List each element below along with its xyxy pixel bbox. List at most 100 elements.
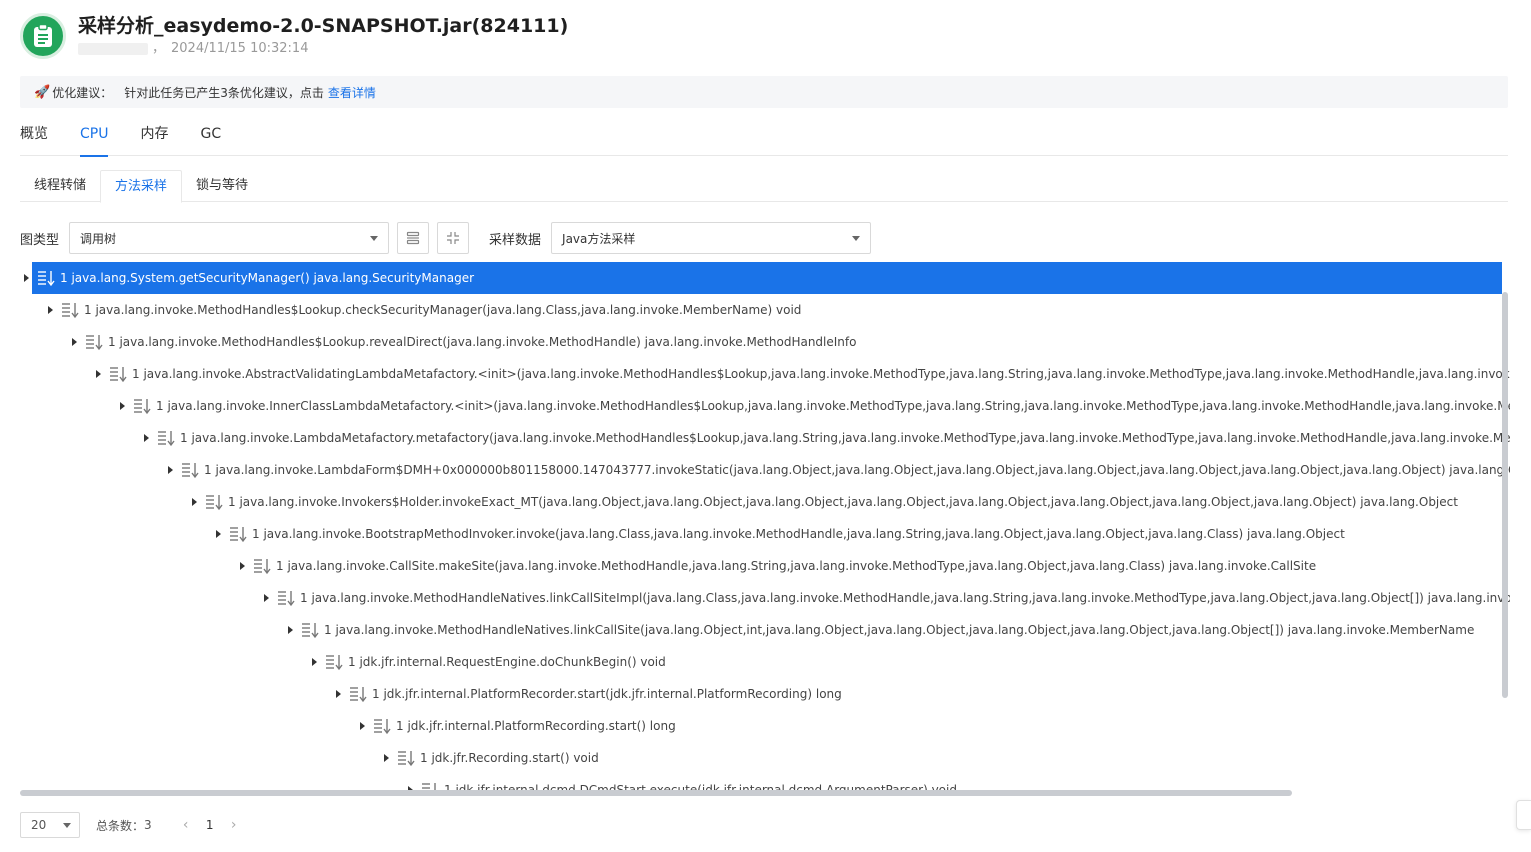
tree-row-content[interactable]: 1 java.lang.invoke.MethodHandleNatives.l… bbox=[272, 582, 1510, 614]
horizontal-scrollbar[interactable] bbox=[20, 790, 1292, 796]
vertical-scrollbar[interactable] bbox=[1502, 292, 1508, 698]
method-signature: 1 java.lang.invoke.Invokers$Holder.invok… bbox=[228, 495, 1458, 509]
expand-arrow-icon[interactable] bbox=[92, 358, 104, 390]
tree-row[interactable]: 1 java.lang.invoke.MethodHandleNatives.l… bbox=[284, 614, 1482, 646]
expand-arrow-icon[interactable] bbox=[212, 518, 224, 550]
tree-row-content[interactable]: 1 java.lang.invoke.AbstractValidatingLam… bbox=[104, 358, 1510, 390]
user-name-redacted bbox=[78, 43, 148, 55]
side-float-widget[interactable] bbox=[1516, 800, 1531, 830]
tree-row-content[interactable]: 1 java.lang.invoke.LambdaForm$DMH+0x0000… bbox=[176, 454, 1510, 486]
sub-tabs: 线程转储 方法采样 锁与等待 bbox=[20, 170, 1508, 203]
suggestion-label: 优化建议： bbox=[52, 85, 113, 100]
tree-row[interactable]: 1 java.lang.invoke.CallSite.makeSite(jav… bbox=[236, 550, 1324, 582]
sort-descending-icon bbox=[180, 460, 200, 480]
expand-arrow-icon[interactable] bbox=[308, 646, 320, 678]
tree-row[interactable]: 1 java.lang.invoke.MethodHandles$Lookup.… bbox=[44, 294, 809, 326]
method-signature: 1 java.lang.invoke.MethodHandleNatives.l… bbox=[300, 591, 1510, 605]
shrink-button[interactable] bbox=[437, 222, 470, 254]
tree-row-content[interactable]: 1 java.lang.invoke.MethodHandles$Lookup.… bbox=[56, 294, 809, 326]
sample-data-select[interactable]: Java方法采样 bbox=[551, 222, 872, 254]
next-page-button[interactable]: › bbox=[224, 812, 244, 838]
sort-descending-icon bbox=[300, 620, 320, 640]
sort-descending-icon bbox=[132, 396, 152, 416]
tree-row[interactable]: 1 jdk.jfr.internal.PlatformRecorder.star… bbox=[332, 678, 850, 710]
method-signature: 1 java.lang.invoke.LambdaForm$DMH+0x0000… bbox=[204, 463, 1510, 477]
sort-descending-icon bbox=[348, 684, 368, 704]
method-signature: 1 java.lang.invoke.MethodHandleNatives.l… bbox=[324, 623, 1475, 637]
expand-arrow-icon[interactable] bbox=[116, 390, 128, 422]
expand-arrow-icon[interactable] bbox=[356, 710, 368, 742]
chevron-down-icon bbox=[370, 236, 379, 241]
tree-row-content[interactable]: 1 jdk.jfr.internal.PlatformRecording.sta… bbox=[368, 710, 684, 742]
tab-memory[interactable]: 内存 bbox=[140, 118, 168, 156]
chevron-down-icon bbox=[63, 823, 71, 828]
tree-row[interactable]: 1 java.lang.invoke.InnerClassLambdaMetaf… bbox=[116, 390, 1510, 422]
collapse-all-button[interactable] bbox=[397, 222, 430, 254]
tree-row-content[interactable]: 1 java.lang.invoke.LambdaMetafactory.met… bbox=[152, 422, 1510, 454]
tree-row[interactable]: 1 java.lang.invoke.Invokers$Holder.invok… bbox=[188, 486, 1466, 518]
tree-row-content[interactable]: 1 java.lang.invoke.MethodHandles$Lookup.… bbox=[80, 326, 864, 358]
call-tree: 1 java.lang.System.getSecurityManager() … bbox=[20, 262, 1510, 792]
tree-row-content[interactable]: 1 jdk.jfr.internal.RequestEngine.doChunk… bbox=[320, 646, 674, 678]
sort-descending-icon bbox=[84, 332, 104, 352]
view-details-link[interactable]: 查看详情 bbox=[328, 84, 376, 101]
main-tabs: 概览 CPU 内存 GC bbox=[20, 118, 1508, 157]
expand-arrow-icon[interactable] bbox=[284, 614, 296, 646]
shrink-icon bbox=[447, 232, 460, 244]
tab-cpu[interactable]: CPU bbox=[80, 118, 109, 157]
tree-row[interactable]: 1 java.lang.invoke.LambdaForm$DMH+0x0000… bbox=[164, 454, 1510, 486]
tree-row-content[interactable]: 1 java.lang.invoke.CallSite.makeSite(jav… bbox=[248, 550, 1324, 582]
expand-arrow-icon[interactable] bbox=[188, 486, 200, 518]
expand-arrow-icon[interactable] bbox=[140, 422, 152, 454]
tree-row[interactable]: 1 jdk.jfr.internal.PlatformRecording.sta… bbox=[356, 710, 684, 742]
subtab-method-sampling[interactable]: 方法采样 bbox=[100, 170, 183, 203]
tree-row[interactable]: 1 java.lang.invoke.MethodHandles$Lookup.… bbox=[68, 326, 864, 358]
method-signature: 1 java.lang.System.getSecurityManager() … bbox=[60, 271, 475, 285]
tree-row[interactable]: 1 jdk.jfr.Recording.start() void bbox=[380, 742, 607, 774]
method-signature: 1 java.lang.invoke.BootstrapMethodInvoke… bbox=[252, 527, 1345, 541]
expand-arrow-icon[interactable] bbox=[44, 294, 56, 326]
sort-descending-icon bbox=[228, 524, 248, 544]
sort-descending-icon bbox=[396, 748, 416, 768]
method-signature: 1 jdk.jfr.Recording.start() void bbox=[420, 751, 599, 765]
chart-type-select[interactable]: 调用树 bbox=[69, 222, 390, 254]
expand-arrow-icon[interactable] bbox=[260, 582, 272, 614]
expand-arrow-icon[interactable] bbox=[332, 678, 344, 710]
tree-row-content[interactable]: 1 java.lang.invoke.InnerClassLambdaMetaf… bbox=[128, 390, 1510, 422]
page-title: 采样分析_easydemo-2.0-SNAPSHOT.jar(824111) bbox=[78, 15, 569, 37]
expand-arrow-icon[interactable] bbox=[20, 262, 32, 294]
total-count: 3 bbox=[144, 818, 152, 832]
tab-gc[interactable]: GC bbox=[200, 118, 221, 156]
subline-separator: ， bbox=[152, 41, 166, 56]
tree-row-content[interactable]: 1 jdk.jfr.Recording.start() void bbox=[392, 742, 607, 774]
tab-overview[interactable]: 概览 bbox=[20, 118, 48, 156]
sort-descending-icon bbox=[372, 716, 392, 736]
subtab-lock-wait[interactable]: 锁与等待 bbox=[182, 170, 262, 202]
tree-row[interactable]: 1 jdk.jfr.internal.RequestEngine.doChunk… bbox=[308, 646, 674, 678]
sort-descending-icon bbox=[324, 652, 344, 672]
tree-row-content[interactable]: 1 java.lang.invoke.MethodHandleNatives.l… bbox=[296, 614, 1482, 646]
tree-row[interactable]: 1 java.lang.invoke.AbstractValidatingLam… bbox=[92, 358, 1510, 390]
sample-data-value: Java方法采样 bbox=[562, 231, 636, 246]
prev-page-button[interactable]: ‹ bbox=[176, 812, 196, 838]
chart-type-label: 图类型 bbox=[20, 232, 60, 248]
chevron-down-icon bbox=[852, 236, 861, 241]
tree-row-content[interactable]: 1 java.lang.System.getSecurityManager() … bbox=[32, 262, 1502, 294]
tree-row[interactable]: 1 java.lang.invoke.LambdaMetafactory.met… bbox=[140, 422, 1510, 454]
current-page[interactable]: 1 bbox=[200, 818, 220, 832]
subtab-thread-dump[interactable]: 线程转储 bbox=[20, 170, 100, 202]
expand-arrow-icon[interactable] bbox=[380, 742, 392, 774]
page-header: 采样分析_easydemo-2.0-SNAPSHOT.jar(824111) ，… bbox=[20, 12, 568, 60]
method-signature: 1 java.lang.invoke.MethodHandles$Lookup.… bbox=[108, 335, 857, 349]
tree-row-content[interactable]: 1 java.lang.invoke.BootstrapMethodInvoke… bbox=[224, 518, 1353, 550]
pagination: 20 总条数： 3 ‹ 1 › bbox=[20, 812, 244, 838]
page-size-select[interactable]: 20 bbox=[20, 812, 80, 838]
expand-arrow-icon[interactable] bbox=[236, 550, 248, 582]
tree-row-content[interactable]: 1 jdk.jfr.internal.PlatformRecorder.star… bbox=[344, 678, 850, 710]
tree-row[interactable]: 1 java.lang.invoke.BootstrapMethodInvoke… bbox=[212, 518, 1353, 550]
expand-arrow-icon[interactable] bbox=[68, 326, 80, 358]
tree-row-content[interactable]: 1 java.lang.invoke.Invokers$Holder.invok… bbox=[200, 486, 1466, 518]
tree-row[interactable]: 1 java.lang.invoke.MethodHandleNatives.l… bbox=[260, 582, 1510, 614]
expand-arrow-icon[interactable] bbox=[164, 454, 176, 486]
tree-row[interactable]: 1 java.lang.System.getSecurityManager() … bbox=[20, 262, 1502, 294]
